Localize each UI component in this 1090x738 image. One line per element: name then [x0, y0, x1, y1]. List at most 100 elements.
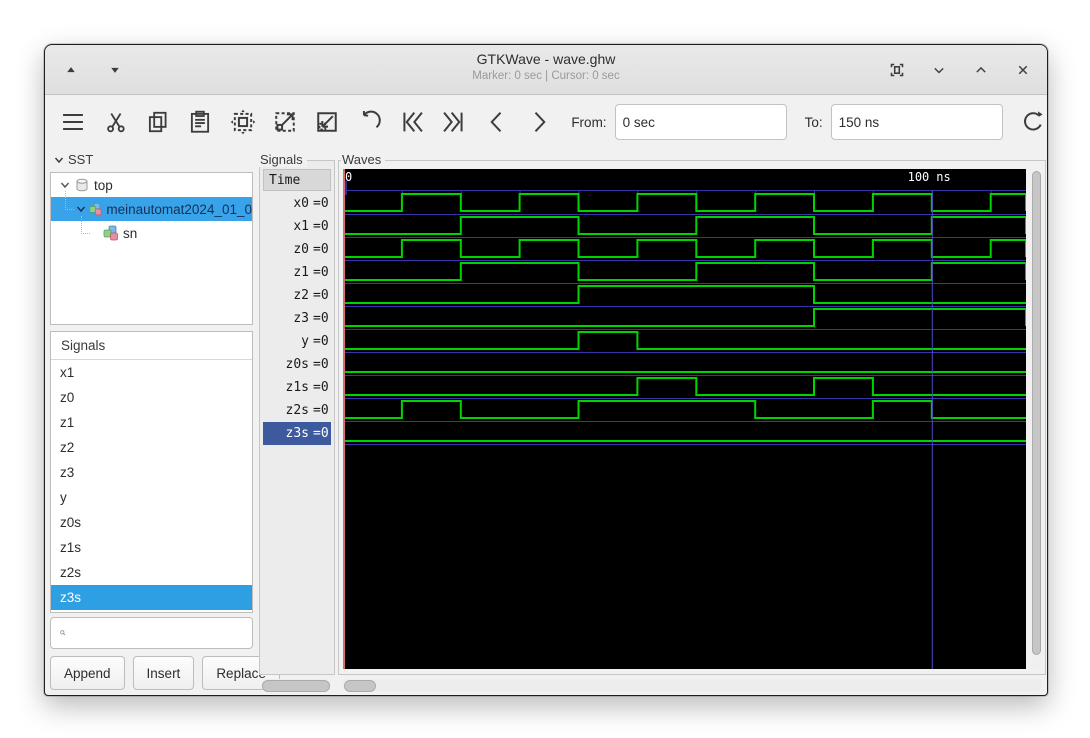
- tree-node-label: sn: [123, 225, 138, 241]
- values-panel-header: Signals: [259, 152, 307, 167]
- waves-panel-header: Waves: [341, 152, 386, 167]
- signal-search[interactable]: [50, 617, 253, 649]
- signals-list-panel: Signals x1 z0 z1 z2 z3 y z0s z1s z2s z3s: [50, 331, 253, 613]
- waves-vscrollbar[interactable]: [1030, 169, 1043, 669]
- value-row-z3[interactable]: z3 =0: [263, 307, 331, 330]
- to-input[interactable]: [830, 104, 1003, 140]
- signal-value: =0: [313, 196, 329, 211]
- timeline-unit-label: ns: [936, 170, 950, 184]
- go-to-end-button[interactable]: [440, 107, 468, 137]
- tree-node-sn[interactable]: sn: [51, 216, 252, 245]
- signal-value: =0: [313, 288, 329, 303]
- signal-item-y[interactable]: y: [51, 485, 252, 510]
- value-row-z0[interactable]: z0 =0: [263, 238, 331, 261]
- time-header[interactable]: Time: [263, 169, 331, 191]
- signal-value: =0: [313, 426, 329, 441]
- close-icon[interactable]: [1011, 58, 1035, 82]
- sst-header[interactable]: SST: [53, 152, 93, 167]
- menu-button[interactable]: [59, 107, 87, 137]
- undo-button[interactable]: [356, 107, 384, 137]
- values-hscrollbar[interactable]: [261, 679, 331, 692]
- tree-node-label: top: [94, 177, 113, 193]
- reload-button[interactable]: [1019, 107, 1047, 137]
- timeline-zero-label: 0: [345, 170, 352, 184]
- signal-name: y: [301, 334, 309, 349]
- from-label: From:: [571, 114, 607, 130]
- component-icon: [103, 225, 118, 241]
- signal-value: =0: [313, 265, 329, 280]
- signal-name: x0: [293, 196, 309, 211]
- waves-panel: 0 100 ns: [338, 160, 1046, 675]
- signal-value: =0: [313, 334, 329, 349]
- copy-button[interactable]: [144, 107, 172, 137]
- values-panel: Time x0 =0 x1 =0 z0 =0 z1 =0 z2 =0 z3 =0 y =0 z0s =0 z1s…: [259, 160, 335, 675]
- step-right-button[interactable]: [525, 107, 553, 137]
- signal-name: z2s: [285, 403, 309, 418]
- signal-value: =0: [313, 242, 329, 257]
- signal-value: =0: [313, 311, 329, 326]
- value-row-y[interactable]: y =0: [263, 330, 331, 353]
- signal-item-z0s[interactable]: z0s: [51, 510, 252, 535]
- step-left-button[interactable]: [483, 107, 511, 137]
- signals-list-header: Signals: [51, 332, 252, 360]
- signal-item-z1[interactable]: z1: [51, 410, 252, 435]
- gtkwave-window: GTKWave - wave.ghw Marker: 0 sec | Curso…: [44, 44, 1048, 696]
- value-row-z2[interactable]: z2 =0: [263, 284, 331, 307]
- insert-button[interactable]: Insert: [132, 656, 195, 690]
- waves-hscrollbar[interactable]: [342, 679, 1042, 692]
- go-to-start-button[interactable]: [398, 107, 426, 137]
- signals-list: x1 z0 z1 z2 z3 y z0s z1s z2s z3s: [51, 360, 252, 610]
- signal-item-x1[interactable]: x1: [51, 360, 252, 385]
- signal-value: =0: [313, 357, 329, 372]
- signal-name: z3s: [285, 426, 309, 441]
- signal-name: z3: [293, 311, 309, 326]
- sst-tree: top meinautomat2024_01_0 sn: [50, 172, 253, 325]
- timeline-major-label: 100: [908, 170, 930, 184]
- value-row-z0s[interactable]: z0s =0: [263, 353, 331, 376]
- from-input[interactable]: [614, 104, 787, 140]
- sst-header-label: SST: [68, 152, 94, 167]
- fullscreen-icon[interactable]: [885, 58, 909, 82]
- maximize-icon[interactable]: [969, 58, 993, 82]
- signal-value: =0: [313, 380, 329, 395]
- signal-item-z1s[interactable]: z1s: [51, 535, 252, 560]
- signal-name: z1: [293, 265, 309, 280]
- minimize-icon[interactable]: [927, 58, 951, 82]
- zoom-out-button[interactable]: [271, 107, 299, 137]
- value-row-z3s[interactable]: z3s =0: [263, 422, 331, 445]
- tree-node-top[interactable]: top: [51, 173, 252, 197]
- signal-item-z2[interactable]: z2: [51, 435, 252, 460]
- value-rows: x0 =0 x1 =0 z0 =0 z1 =0 z2 =0 z3 =0 y =0 z0s =0 z1s =0 z2s…: [263, 192, 331, 445]
- value-row-x1[interactable]: x1 =0: [263, 215, 331, 238]
- chevron-down-icon: [54, 157, 64, 163]
- list-actions: Append Insert Replace: [50, 656, 280, 690]
- signal-item-z0[interactable]: z0: [51, 385, 252, 410]
- tree-node-label: meinautomat2024_01_0: [106, 201, 252, 217]
- signal-name: x1: [293, 219, 309, 234]
- value-row-z2s[interactable]: z2s =0: [263, 399, 331, 422]
- signal-name: z1s: [285, 380, 309, 395]
- cut-button[interactable]: [101, 107, 129, 137]
- zoom-fit-button[interactable]: [228, 107, 256, 137]
- wave-canvas[interactable]: 0 100 ns: [343, 169, 1026, 669]
- toolbar: From: To:: [45, 95, 1047, 149]
- search-input[interactable]: [72, 624, 252, 642]
- search-icon: [60, 630, 66, 636]
- to-label: To:: [804, 114, 823, 130]
- signal-name: z0s: [285, 357, 309, 372]
- value-row-z1[interactable]: z1 =0: [263, 261, 331, 284]
- titlebar[interactable]: GTKWave - wave.ghw Marker: 0 sec | Curso…: [45, 45, 1047, 95]
- signal-value: =0: [313, 403, 329, 418]
- signal-value: =0: [313, 219, 329, 234]
- expander-icon[interactable]: [59, 179, 71, 191]
- value-row-z1s[interactable]: z1s =0: [263, 376, 331, 399]
- zoom-in-button[interactable]: [313, 107, 341, 137]
- append-button[interactable]: Append: [50, 656, 125, 690]
- signal-item-z3s[interactable]: z3s: [51, 585, 252, 610]
- expander-icon[interactable]: [75, 203, 87, 215]
- signal-item-z3[interactable]: z3: [51, 460, 252, 485]
- value-row-x0[interactable]: x0 =0: [263, 192, 331, 215]
- signal-item-z2s[interactable]: z2s: [51, 560, 252, 585]
- signal-name: z0: [293, 242, 309, 257]
- paste-button[interactable]: [186, 107, 214, 137]
